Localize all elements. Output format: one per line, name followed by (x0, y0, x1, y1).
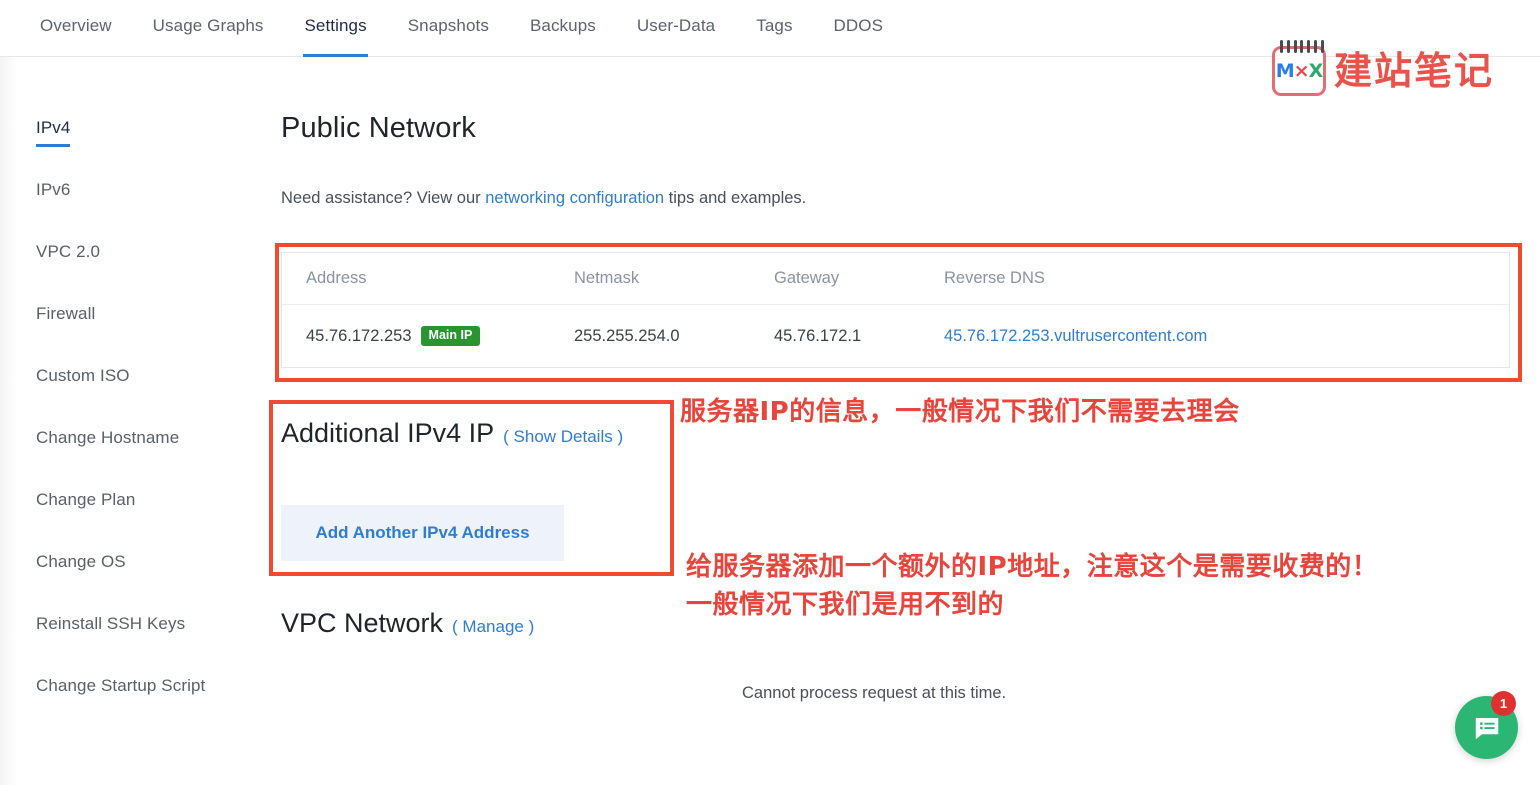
tab-label: Backups (529, 16, 596, 35)
column-header-netmask: Netmask (574, 269, 640, 287)
cell-netmask: 255.255.254.0 (574, 326, 680, 345)
helper-text: Need assistance? View our networking con… (281, 189, 1521, 208)
annotation-additional-ip: 给服务器添加一个额外的IP地址，注意这个是需要收费的！ 一般情况下我们是用不到的 (686, 548, 1378, 624)
sidebar-item-ipv6[interactable]: IPv6 (36, 180, 70, 200)
tab-label: User-Data (636, 16, 716, 35)
sidebar-row: Firewall (36, 304, 251, 366)
vpc-network-title-row: VPC Network ( Manage ) (281, 608, 534, 639)
tab-settings[interactable]: Settings (303, 0, 368, 57)
sidebar-row: Reinstall SSH Keys (36, 614, 251, 676)
tab-user-data[interactable]: User-Data (637, 0, 715, 57)
vpc-status-message: Cannot process request at this time. (742, 684, 1007, 702)
sidebar-item-change-plan[interactable]: Change Plan (36, 490, 135, 510)
vpc-network-title: VPC Network (281, 608, 444, 638)
tab-label: Overview (40, 16, 112, 35)
settings-sidebar: IPv4 IPv6 VPC 2.0 Firewall Custom ISO Ch… (36, 118, 251, 738)
sidebar-item-change-os[interactable]: Change OS (36, 552, 126, 572)
address-value: 45.76.172.253 (306, 327, 412, 345)
sidebar-row: IPv4 (36, 118, 251, 180)
helper-text-suffix: tips and examples. (664, 189, 807, 207)
add-another-ipv4-address-button[interactable]: Add Another IPv4 Address (281, 505, 564, 561)
vpc-manage-link[interactable]: ( Manage ) (452, 617, 534, 637)
tab-list: Overview Usage Graphs Settings Snapshots… (40, 0, 924, 57)
chat-unread-badge: 1 (1491, 691, 1516, 716)
sidebar-row: Custom ISO (36, 366, 251, 428)
sidebar-item-custom-iso[interactable]: Custom ISO (36, 366, 130, 386)
tab-tags[interactable]: Tags (756, 0, 792, 57)
tab-snapshots[interactable]: Snapshots (408, 0, 489, 57)
cell-reverse-dns: 45.76.172.253.vultrusercontent.com (944, 327, 1509, 346)
networking-configuration-link[interactable]: networking configuration (485, 189, 664, 207)
page-left-edge-shadow (0, 0, 18, 785)
notebook-icon: M×X (1272, 40, 1326, 96)
additional-ipv4-title-row: Additional IPv4 IP ( Show Details ) (281, 418, 666, 449)
watermark-logo-mark: M×X (1275, 59, 1324, 82)
annotation-ip-info: 服务器IP的信息，一般情况下我们不需要去理会 (680, 397, 1240, 427)
sidebar-row: Change Plan (36, 490, 251, 552)
column-header-address: Address (306, 269, 367, 287)
sidebar-row: IPv6 (36, 180, 251, 242)
tab-label: Snapshots (407, 16, 489, 35)
tab-usage-graphs[interactable]: Usage Graphs (153, 0, 264, 57)
table-row: 45.76.172.253 Main IP 255.255.254.0 45.76… (282, 305, 1509, 367)
watermark-letter-x: X (1308, 59, 1324, 82)
additional-ipv4-title: Additional IPv4 IP (281, 418, 495, 448)
tab-ddos[interactable]: DDOS (834, 0, 884, 57)
sidebar-item-ipv4[interactable]: IPv4 (36, 118, 71, 147)
cell-address: 45.76.172.253 Main IP (282, 326, 574, 346)
sidebar-row: Change OS (36, 552, 251, 614)
reverse-dns-link[interactable]: 45.76.172.253.vultrusercontent.com (944, 327, 1207, 345)
notebook-rings-icon (1280, 40, 1324, 53)
status-badge-main-ip: Main IP (420, 326, 481, 346)
sidebar-row: Change Hostname (36, 428, 251, 490)
main-content-header: Public Network Need assistance? View our… (281, 112, 1521, 208)
sidebar-item-firewall[interactable]: Firewall (36, 304, 95, 324)
tab-backups[interactable]: Backups (530, 0, 596, 57)
tab-label: Usage Graphs (152, 16, 264, 35)
additional-ipv4-section: Additional IPv4 IP ( Show Details ) Add … (281, 418, 666, 561)
tab-label: DDOS (833, 16, 884, 35)
tab-overview[interactable]: Overview (40, 0, 112, 57)
page-title: Public Network (281, 112, 476, 144)
cell-gateway: 45.76.172.1 (774, 326, 862, 345)
sidebar-item-reinstall-ssh-keys[interactable]: Reinstall SSH Keys (36, 614, 185, 634)
watermark: M×X 建站笔记 (1272, 40, 1495, 96)
tab-label: Tags (756, 16, 793, 35)
watermark-letter-m: M (1275, 59, 1295, 82)
sidebar-item-change-startup-script[interactable]: Change Startup Script (36, 676, 205, 696)
watermark-letter-divider: × (1293, 59, 1310, 82)
page-root: Overview Usage Graphs Settings Snapshots… (0, 0, 1540, 785)
sidebar-row: Change Startup Script (36, 676, 251, 738)
helper-text-prefix: Need assistance? View our (281, 189, 486, 207)
chat-message-icon (1475, 717, 1498, 739)
show-details-link[interactable]: ( Show Details ) (503, 427, 623, 447)
column-header-reverse-dns: Reverse DNS (944, 269, 1045, 287)
watermark-text: 建站笔记 (1334, 49, 1495, 93)
tab-label: Settings (304, 16, 367, 35)
annotation-additional-ip-line2: 一般情况下我们是用不到的 (686, 590, 1005, 620)
table-header-row: Address Netmask Gateway Reverse DNS (282, 253, 1509, 305)
public-network-table: Address Netmask Gateway Reverse DNS 45.7… (281, 252, 1510, 368)
sidebar-row: VPC 2.0 (36, 242, 251, 304)
annotation-additional-ip-line1: 给服务器添加一个额外的IP地址，注意这个是需要收费的！ (686, 552, 1379, 582)
column-header-gateway: Gateway (774, 269, 840, 287)
sidebar-item-vpc-20[interactable]: VPC 2.0 (36, 242, 100, 262)
sidebar-item-change-hostname[interactable]: Change Hostname (36, 428, 179, 448)
